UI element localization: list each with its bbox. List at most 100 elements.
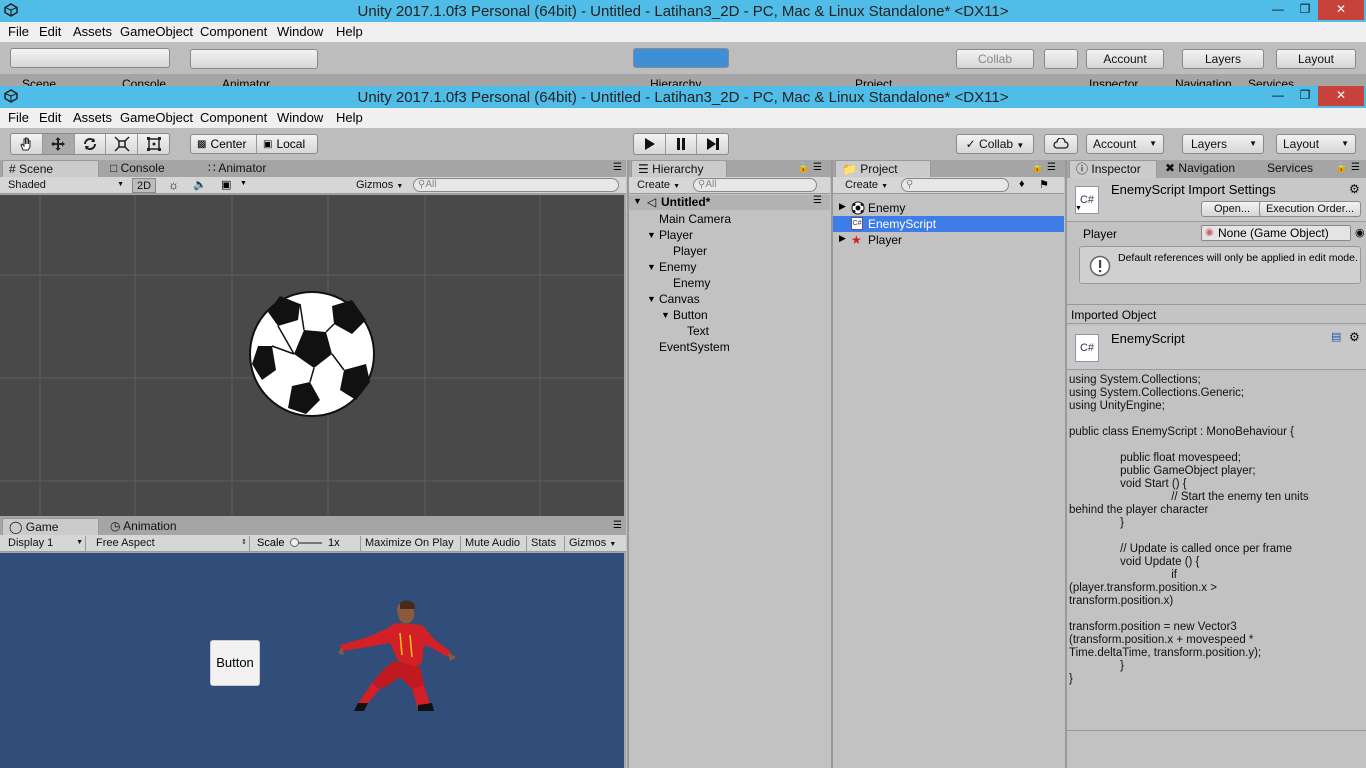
project-search-input[interactable]: ⚲ bbox=[901, 178, 1009, 192]
rotate-tool-button[interactable] bbox=[75, 134, 107, 154]
layout-dropdown[interactable]: Layout ▼ bbox=[1276, 134, 1356, 154]
gizmos-dropdown[interactable]: Gizmos ▼ bbox=[352, 178, 406, 193]
bg-collab-button[interactable]: Collab bbox=[956, 49, 1034, 69]
tab-project[interactable]: 📁 Project bbox=[835, 160, 931, 178]
hierarchy-item-player-child[interactable]: Player bbox=[673, 244, 707, 258]
maximize-button[interactable]: ❐ bbox=[1290, 86, 1320, 106]
lock-icon[interactable]: 🔒 bbox=[1335, 162, 1347, 173]
menu-edit[interactable]: Edit bbox=[39, 110, 61, 125]
bg-layout-button[interactable]: Layout bbox=[1276, 49, 1356, 69]
lighting-icon[interactable]: ☼ bbox=[168, 178, 179, 192]
tab-game[interactable]: ◯ Game bbox=[2, 518, 99, 536]
expand-arrow-icon[interactable]: ▶ bbox=[839, 201, 846, 212]
filter-by-label-icon[interactable]: ⚑ bbox=[1039, 178, 1049, 191]
panel-menu-icon[interactable]: ☰ bbox=[813, 162, 822, 173]
scene-search-input[interactable]: ⚲All bbox=[413, 178, 619, 192]
close-button[interactable]: ✕ bbox=[1318, 86, 1364, 106]
hierarchy-item-eventsystem[interactable]: EventSystem bbox=[659, 340, 730, 354]
scene-viewport[interactable] bbox=[0, 195, 624, 516]
game-viewport[interactable]: Button bbox=[0, 553, 624, 768]
account-dropdown[interactable]: Account ▼ bbox=[1086, 134, 1164, 154]
collab-button[interactable]: ✓ Collab ▼ bbox=[956, 134, 1034, 154]
mute-audio-toggle[interactable]: Mute Audio bbox=[460, 536, 524, 551]
bg-menu-gameobject[interactable]: GameObject bbox=[120, 24, 193, 39]
menu-assets[interactable]: Assets bbox=[73, 110, 112, 125]
hierarchy-item-main-camera[interactable]: Main Camera bbox=[659, 212, 731, 226]
player-object-field[interactable]: ◉ None (Game Object) bbox=[1201, 225, 1351, 241]
expand-arrow-icon[interactable]: ▶ bbox=[839, 233, 846, 244]
pause-button[interactable] bbox=[666, 134, 698, 154]
gear-icon[interactable]: ⚙ bbox=[1349, 330, 1360, 344]
lock-icon[interactable]: 🔒 bbox=[797, 162, 809, 173]
maximize-on-play-toggle[interactable]: Maximize On Play bbox=[360, 536, 458, 551]
local-toggle[interactable]: ▣ Local bbox=[257, 135, 317, 153]
aspect-dropdown[interactable]: Free Aspect ⇕ bbox=[92, 536, 250, 551]
shading-mode-dropdown[interactable]: Shaded ▼ bbox=[4, 178, 126, 193]
execution-order-button[interactable]: Execution Order... bbox=[1259, 201, 1361, 217]
tab-animation[interactable]: ◷ Animation bbox=[104, 518, 214, 536]
game-gizmos-dropdown[interactable]: Gizmos ▼ bbox=[564, 536, 624, 551]
tab-console[interactable]: □ Console bbox=[104, 160, 200, 178]
expand-arrow-icon[interactable]: ▼ bbox=[647, 294, 656, 304]
layers-dropdown[interactable]: Layers ▼ bbox=[1182, 134, 1264, 154]
bg-menu-component[interactable]: Component bbox=[200, 24, 267, 39]
hierarchy-search-input[interactable]: ⚲All bbox=[693, 178, 817, 192]
lock-icon[interactable]: 🔒 bbox=[1031, 162, 1043, 173]
bg-layers-button[interactable]: Layers bbox=[1182, 49, 1264, 69]
scene-root-row[interactable]: ▼ ◁ Untitled* ☰ bbox=[629, 195, 830, 210]
bg-menu-file[interactable]: File bbox=[8, 24, 29, 39]
dropdown-arrow-icon[interactable]: ▼ bbox=[1075, 205, 1082, 212]
hierarchy-item-canvas[interactable]: Canvas bbox=[659, 292, 700, 306]
filter-by-type-icon[interactable]: ♦ bbox=[1019, 178, 1025, 190]
hierarchy-item-player[interactable]: Player bbox=[659, 228, 693, 242]
dropdown-arrow-icon[interactable]: ▼ bbox=[240, 180, 247, 187]
help-book-icon[interactable]: ▤ bbox=[1331, 330, 1341, 343]
bg-maximize-button[interactable]: ❐ bbox=[1290, 0, 1320, 20]
bg-menu-assets[interactable]: Assets bbox=[73, 24, 112, 39]
bg-cloud-button[interactable] bbox=[1044, 49, 1078, 69]
open-button[interactable]: Open... bbox=[1201, 201, 1263, 217]
panel-menu-icon[interactable]: ☰ bbox=[613, 520, 622, 531]
tab-animator[interactable]: ∷ Animator bbox=[202, 160, 302, 178]
minimize-button[interactable]: — bbox=[1263, 86, 1293, 106]
move-tool-button[interactable] bbox=[42, 134, 75, 154]
hierarchy-create-dropdown[interactable]: Create ▼ bbox=[633, 178, 687, 193]
play-button[interactable] bbox=[634, 134, 666, 154]
menu-help[interactable]: Help bbox=[336, 110, 363, 125]
display-dropdown[interactable]: Display 1 ▼ bbox=[4, 536, 86, 551]
scale-slider[interactable] bbox=[290, 538, 322, 547]
soccer-ball-sprite[interactable] bbox=[248, 290, 376, 418]
tab-scene[interactable]: # Scene bbox=[2, 160, 99, 178]
bg-play-controls[interactable] bbox=[633, 48, 729, 68]
bg-pivot-toggle[interactable] bbox=[190, 49, 318, 69]
project-create-dropdown[interactable]: Create ▼ bbox=[841, 178, 895, 193]
tab-hierarchy[interactable]: ☰ Hierarchy bbox=[631, 160, 727, 178]
hierarchy-item-text[interactable]: Text bbox=[687, 324, 709, 338]
hierarchy-item-button[interactable]: Button bbox=[673, 308, 708, 322]
expand-arrow-icon[interactable]: ▼ bbox=[647, 262, 656, 272]
bg-menu-help[interactable]: Help bbox=[336, 24, 363, 39]
menu-file[interactable]: File bbox=[8, 110, 29, 125]
menu-gameobject[interactable]: GameObject bbox=[120, 110, 193, 125]
scene-menu-icon[interactable]: ☰ bbox=[813, 195, 822, 206]
ui-button[interactable]: Button bbox=[210, 640, 260, 686]
panel-menu-icon[interactable]: ☰ bbox=[1351, 162, 1360, 173]
stats-toggle[interactable]: Stats bbox=[526, 536, 562, 551]
expand-arrow-icon[interactable]: ▼ bbox=[647, 230, 656, 240]
center-toggle[interactable]: ▩ Center bbox=[191, 135, 257, 153]
hierarchy-item-enemy-child[interactable]: Enemy bbox=[673, 276, 710, 290]
rect-tool-button[interactable] bbox=[138, 134, 169, 154]
hand-tool-button[interactable] bbox=[11, 134, 43, 154]
bg-account-button[interactable]: Account bbox=[1086, 49, 1164, 69]
gear-icon[interactable]: ⚙ bbox=[1349, 182, 1360, 196]
image-effects-icon[interactable]: ▣ bbox=[221, 178, 231, 191]
cloud-button[interactable] bbox=[1044, 134, 1078, 154]
project-item-player[interactable]: ▶ ★ Player bbox=[833, 232, 1064, 248]
expand-arrow-icon[interactable]: ▼ bbox=[661, 310, 670, 320]
project-item-enemyscript[interactable]: C# EnemyScript bbox=[833, 216, 1064, 232]
tab-navigation[interactable]: ✖ Navigation bbox=[1159, 160, 1259, 178]
panel-menu-icon[interactable]: ☰ bbox=[613, 162, 622, 173]
panel-menu-icon[interactable]: ☰ bbox=[1047, 162, 1056, 173]
hierarchy-item-enemy[interactable]: Enemy bbox=[659, 260, 696, 274]
bg-menu-window[interactable]: Window bbox=[277, 24, 323, 39]
